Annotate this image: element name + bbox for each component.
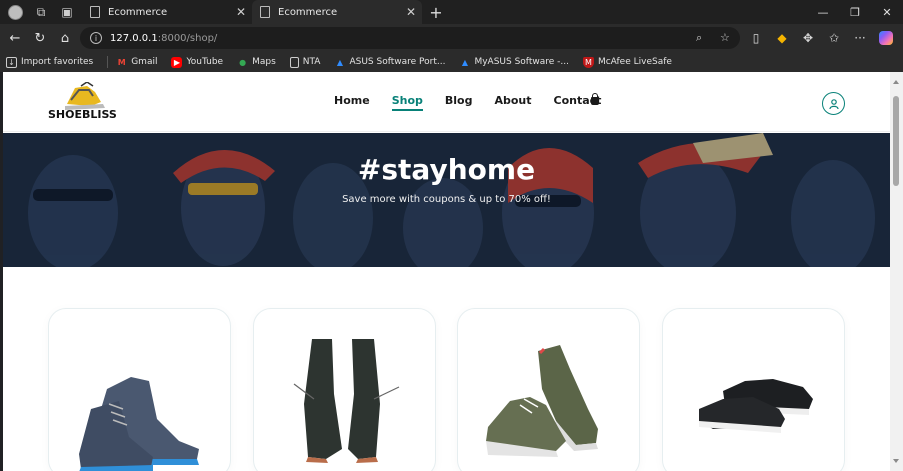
url-path: :8000/shop/ (157, 32, 218, 44)
hero-banner: #stayhome Save more with coupons & up to… (3, 133, 890, 267)
bookmark-import-favorites[interactable]: ↓ Import favorites (6, 56, 93, 68)
back-icon[interactable]: ← (2, 24, 28, 52)
scroll-up-icon[interactable] (893, 80, 899, 84)
copilot-icon[interactable] (874, 24, 898, 52)
bookmark-gmail[interactable]: M Gmail (107, 56, 157, 68)
hero-subtitle: Save more with coupons & up to 70% off! (342, 194, 551, 205)
web-page: SHOEBLISS Home Shop Blog About Contact #… (3, 72, 890, 471)
bookmark-maps[interactable]: ● Maps (237, 57, 276, 68)
window-close-icon[interactable]: ✕ (870, 0, 903, 24)
restore-icon[interactable]: ❐ (838, 0, 872, 24)
asus-icon: ▲ (461, 57, 469, 67)
page-icon (90, 6, 100, 18)
profile-button[interactable] (2, 0, 28, 24)
close-tab-icon[interactable]: ✕ (406, 5, 416, 19)
nav-shop[interactable]: Shop (391, 94, 424, 111)
scroll-down-icon[interactable] (893, 459, 899, 463)
bookmark-youtube[interactable]: ▶ YouTube (171, 56, 223, 68)
minimize-icon[interactable]: — (806, 0, 840, 24)
nav-blog[interactable]: Blog (445, 94, 473, 107)
browser-window: ⧉ ▣ Ecommerce ✕ Ecommerce ✕ + — ❐ ✕ ← ↻ … (0, 0, 903, 471)
page-icon (260, 6, 270, 18)
bookmark-asus-software[interactable]: ▲ ASUS Software Port... (334, 57, 446, 68)
logo-text: SHOEBLISS (48, 108, 117, 121)
product-card[interactable] (662, 308, 845, 471)
mcafee-icon: M (582, 56, 594, 68)
tab-actions-icon[interactable]: ▣ (54, 0, 80, 24)
document-icon (289, 56, 299, 68)
tab-ecommerce-1[interactable]: Ecommerce ✕ (82, 0, 252, 24)
bookmark-mcafee[interactable]: M McAfee LiveSafe (582, 56, 672, 68)
product-image (486, 345, 598, 457)
favorites-icon[interactable]: ✩ (822, 24, 846, 52)
product-image (79, 377, 199, 471)
split-screen-icon[interactable]: ▯ (744, 24, 768, 52)
product-card[interactable] (48, 308, 231, 471)
profile-avatar-icon (7, 4, 23, 20)
more-menu-icon[interactable]: ··· (848, 24, 872, 52)
tab-strip: ⧉ ▣ Ecommerce ✕ Ecommerce ✕ + — ❐ ✕ (0, 0, 903, 24)
nav-about[interactable]: About (494, 94, 531, 107)
gmail-icon: M (117, 57, 126, 67)
nav-home[interactable]: Home (334, 94, 370, 107)
page-scrollbar[interactable] (890, 72, 903, 471)
tab-title: Ecommerce (108, 6, 168, 18)
tab-title: Ecommerce (278, 6, 338, 18)
favorite-star-icon[interactable]: ☆ (720, 31, 730, 44)
product-grid (3, 308, 890, 471)
bookmark-nta[interactable]: NTA (289, 56, 320, 68)
url-host: 127.0.0.1 (110, 32, 158, 44)
shopping-bag-icon[interactable] (591, 93, 599, 105)
product-image (293, 339, 400, 463)
address-bar[interactable]: i 127.0.0.1:8000/shop/ ⌕ ☆ (80, 27, 740, 49)
hero-title: #stayhome (357, 153, 536, 186)
user-icon (828, 98, 839, 109)
import-icon: ↓ (6, 56, 17, 68)
tab-ecommerce-2[interactable]: Ecommerce ✕ (252, 0, 422, 24)
site-info-icon[interactable]: i (90, 32, 102, 44)
maps-icon: ● (239, 57, 247, 67)
browser-toolbar: ← ↻ ⌂ i 127.0.0.1:8000/shop/ ⌕ ☆ ▯ ◆ ✥ ✩… (0, 24, 903, 52)
scrollbar-thumb[interactable] (893, 96, 899, 186)
main-nav: Home Shop Blog About Contact (334, 94, 623, 111)
home-icon[interactable]: ⌂ (52, 24, 78, 52)
zoom-icon[interactable]: ⌕ (696, 31, 702, 45)
product-card[interactable] (457, 308, 640, 471)
product-card[interactable] (253, 308, 436, 471)
workspaces-icon[interactable]: ⧉ (28, 0, 54, 24)
extensions-icon[interactable]: ✥ (796, 24, 820, 52)
user-account-icon[interactable] (822, 92, 845, 115)
bookmarks-bar: ↓ Import favorites M Gmail ▶ YouTube ● M… (0, 52, 903, 72)
extension-shield-icon[interactable]: ◆ (770, 24, 794, 52)
new-tab-button[interactable]: + (426, 0, 446, 24)
bookmark-myasus-software[interactable]: ▲ MyASUS Software -... (459, 57, 569, 68)
site-header: SHOEBLISS Home Shop Blog About Contact (3, 72, 890, 132)
close-tab-icon[interactable]: ✕ (236, 5, 246, 19)
refresh-icon[interactable]: ↻ (27, 24, 53, 52)
youtube-icon: ▶ (171, 56, 183, 68)
product-image (699, 379, 813, 433)
asus-icon: ▲ (336, 57, 344, 67)
